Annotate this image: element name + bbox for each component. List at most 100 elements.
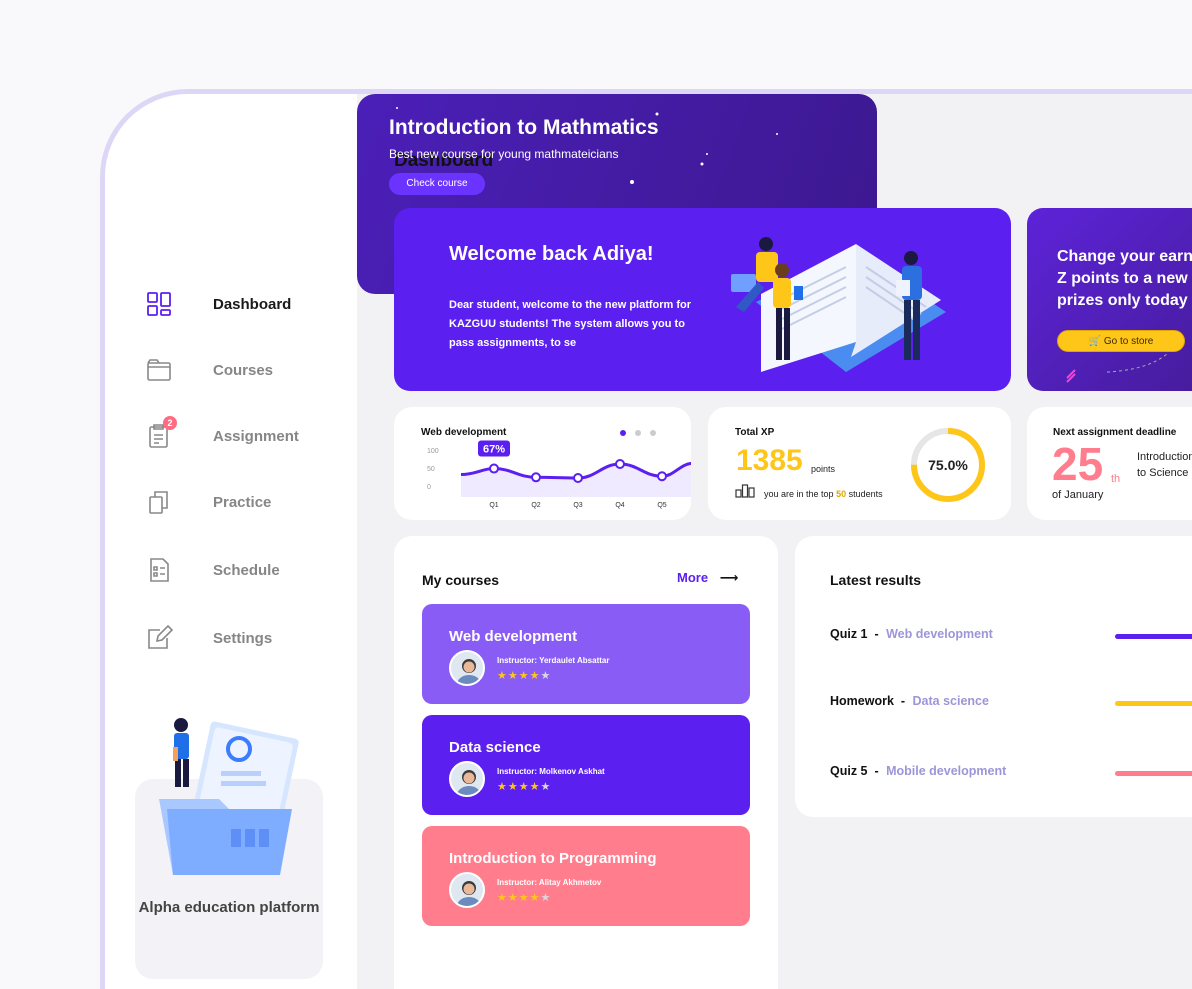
data-point bbox=[573, 473, 583, 483]
course-card[interactable]: Web development Instructor: Yerdaulet Abs… bbox=[422, 604, 750, 704]
deadline-card: Next assignment deadline 25 th of Januar… bbox=[1027, 407, 1192, 520]
star-icon: ★ bbox=[518, 781, 530, 793]
star-icon: ★ bbox=[507, 892, 519, 904]
store-text: Change your earned Z points to a new pri… bbox=[1057, 248, 1192, 309]
star-icon: ★ bbox=[529, 670, 541, 682]
promo-text: Alpha education platform bbox=[138, 899, 320, 916]
sidebar-item-label: Practice bbox=[213, 493, 272, 511]
sidebar-item-assignment[interactable]: 2 Assignment bbox=[145, 416, 299, 450]
star-icon: ★ bbox=[507, 781, 519, 793]
xp-points: 1385 bbox=[736, 444, 803, 477]
course-instructor: Instructor: Alitay Akhmetov bbox=[497, 878, 602, 887]
carousel-dot[interactable] bbox=[650, 430, 656, 436]
math-subtitle: Best new course for young mathmateicians bbox=[389, 147, 619, 161]
card-title: Total XP bbox=[735, 427, 775, 438]
copy-icon bbox=[145, 488, 173, 516]
sidebar-item-label: Settings bbox=[213, 629, 273, 647]
x-tick-label: Q5 bbox=[657, 502, 666, 509]
leaderboard-icon bbox=[735, 482, 755, 503]
store-banner: Change your earned Z points to a new pri… bbox=[1027, 208, 1192, 391]
edit-icon bbox=[145, 624, 173, 652]
carousel-dot[interactable] bbox=[635, 430, 641, 436]
carousel-dots bbox=[620, 430, 656, 436]
star-icon: ★ bbox=[518, 670, 530, 682]
result-name: Quiz 1 bbox=[830, 627, 868, 641]
x-tick-label: Q2 bbox=[531, 502, 540, 509]
course-instructor: Instructor: Molkenov Askhat bbox=[497, 767, 605, 776]
promo-card: Alpha education platform bbox=[135, 718, 323, 979]
y-tick-label: 0 bbox=[427, 484, 431, 491]
sidebar-item-practice[interactable]: Practice bbox=[145, 488, 271, 516]
clipboard-icon: 2 bbox=[145, 416, 177, 450]
star-icon: ★ bbox=[540, 670, 552, 682]
check-course-button[interactable]: Check course bbox=[389, 173, 485, 195]
more-link[interactable]: More ⟶ bbox=[677, 570, 738, 586]
avatar bbox=[449, 872, 485, 908]
line-chart: 100 50 0 Q1 Q2 Q3 Q4 Q5 67% bbox=[427, 440, 691, 509]
star-icon: ★ bbox=[497, 781, 508, 793]
sidebar-item-settings[interactable]: Settings bbox=[145, 624, 272, 652]
data-point bbox=[615, 459, 625, 469]
course-card[interactable]: Data science Instructor: Molkenov Askhat ★… bbox=[422, 715, 750, 815]
result-course: Web development bbox=[886, 627, 993, 641]
math-title: Introduction to Mathmatics bbox=[389, 116, 659, 139]
course-card[interactable]: Introduction to Programming Instructor: A… bbox=[422, 826, 750, 926]
x-tick-label: Q3 bbox=[573, 502, 582, 509]
result-progress-bar bbox=[1115, 771, 1192, 776]
y-tick-label: 100 bbox=[427, 448, 439, 455]
rating-stars: ★★★★★ bbox=[497, 891, 551, 904]
xp-gauge: 75.0% bbox=[911, 428, 985, 502]
result-row[interactable]: Quiz 1 - Web development bbox=[830, 627, 993, 641]
latest-results-card: Latest results Quiz 1 - Web development H… bbox=[795, 536, 1192, 817]
result-row[interactable]: Homework - Data science bbox=[830, 694, 989, 708]
sidebar: Dashboard Courses 2 Assignment Practice bbox=[105, 94, 357, 989]
course-title: Introduction to Programming bbox=[449, 850, 657, 867]
course-title: Data science bbox=[449, 739, 541, 756]
star-icon: ★ bbox=[529, 781, 541, 793]
data-point bbox=[489, 463, 499, 474]
gauge-label: 75.0% bbox=[928, 457, 968, 473]
star-icon: ★ bbox=[497, 670, 508, 682]
folder-illustration bbox=[159, 718, 299, 875]
rank-text: you are in the top 50 students bbox=[764, 489, 883, 499]
result-course: Data science bbox=[912, 694, 989, 708]
star-icon: ★ bbox=[518, 892, 530, 904]
avatar bbox=[449, 761, 485, 797]
dashboard-icon bbox=[145, 290, 173, 318]
decoration-arrows bbox=[1066, 353, 1168, 383]
xp-unit: points bbox=[811, 464, 836, 474]
folder-icon bbox=[145, 356, 173, 384]
star-icon: ★ bbox=[540, 781, 552, 793]
main-content: Dashboard Welcome back Adiya! Dear stude… bbox=[357, 94, 1192, 989]
arrow-right-icon: ⟶ bbox=[719, 570, 739, 585]
data-point bbox=[657, 471, 667, 482]
section-title: Latest results bbox=[830, 572, 922, 588]
welcome-text: Dear student, welcome to the new platfor… bbox=[449, 299, 692, 349]
rating-stars: ★★★★★ bbox=[497, 780, 551, 793]
sidebar-item-label: Assignment bbox=[213, 427, 299, 445]
sidebar-item-label: Schedule bbox=[213, 561, 280, 579]
y-tick-label: 50 bbox=[427, 466, 435, 473]
schedule-icon bbox=[145, 556, 173, 584]
result-progress-bar bbox=[1115, 634, 1192, 639]
sidebar-item-schedule[interactable]: Schedule bbox=[145, 556, 280, 584]
x-tick-label: Q4 bbox=[615, 502, 624, 509]
star-icon: ★ bbox=[529, 892, 541, 904]
star-icon: ★ bbox=[540, 892, 552, 904]
sidebar-item-dashboard[interactable]: Dashboard bbox=[145, 290, 291, 318]
sidebar-item-courses[interactable]: Courses bbox=[145, 356, 273, 384]
webdev-progress-card: Web development 100 50 0 Q1 Q2 Q3 Q4 Q5 67% bbox=[394, 407, 691, 520]
deadline-month: of January bbox=[1052, 489, 1104, 501]
result-row[interactable]: Quiz 5 - Mobile development bbox=[830, 764, 1006, 778]
star-icon: ★ bbox=[497, 892, 508, 904]
sidebar-item-label: Dashboard bbox=[213, 295, 292, 313]
result-progress-bar bbox=[1115, 701, 1192, 706]
section-title: My courses bbox=[422, 572, 500, 588]
more-label: More bbox=[677, 570, 709, 585]
star-icon: ★ bbox=[507, 670, 519, 682]
notification-badge: 2 bbox=[163, 416, 177, 430]
result-name: Quiz 5 bbox=[830, 764, 868, 778]
course-instructor: Instructor: Yerdaulet Absattar bbox=[497, 656, 610, 665]
carousel-dot-active[interactable] bbox=[620, 430, 626, 436]
app-window: Dashboard Courses 2 Assignment Practice bbox=[100, 89, 1192, 989]
